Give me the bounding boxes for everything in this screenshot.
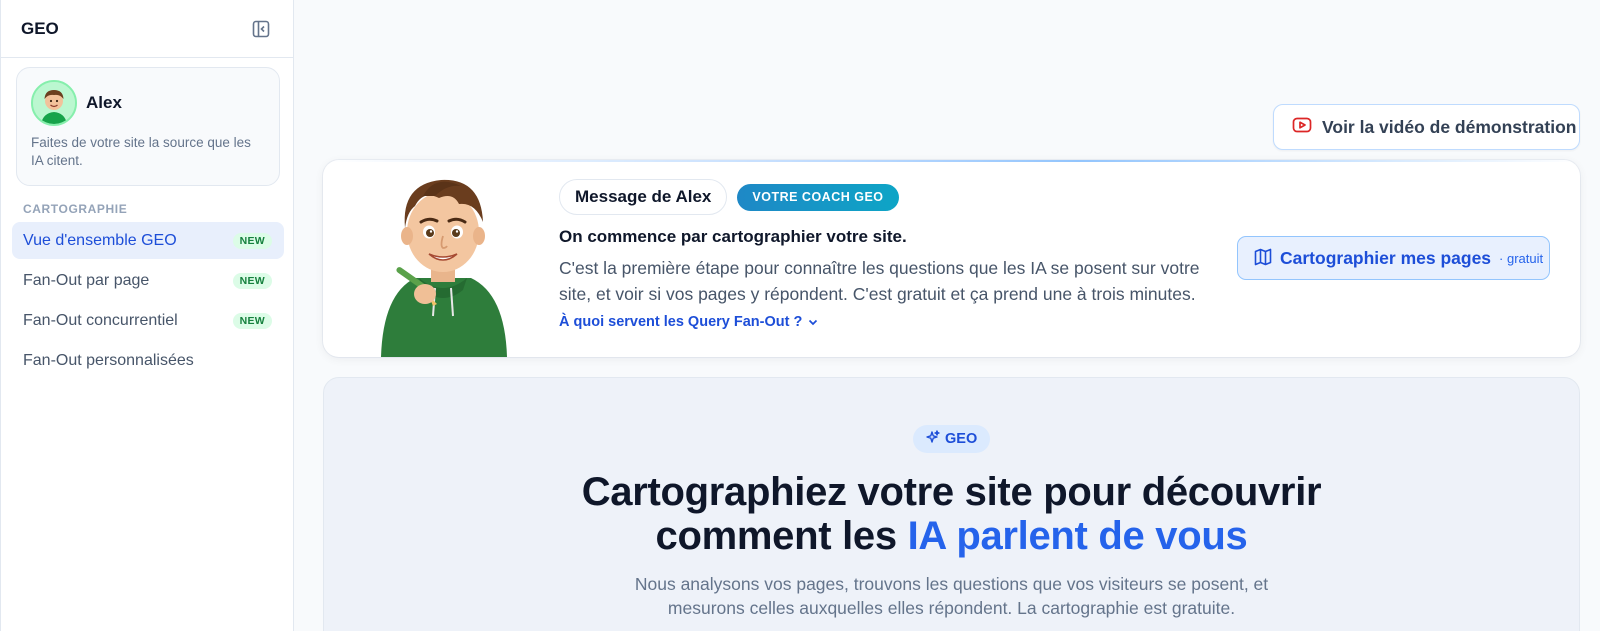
section-label: CARTOGRAPHIE [23,202,128,216]
sidebar-collapse-icon[interactable] [251,19,271,39]
hero-title-line-2: comment les IA parlent de vous [324,514,1579,558]
hero-subtitle: Nous analysons vos pages, trouvons les q… [324,572,1579,620]
coach-tag-badge: VOTRE COACH GEO [737,183,899,211]
sidebar-item-label: Vue d'ensemble GEO [23,231,177,249]
new-badge: NEW [232,232,272,249]
profile-name: Alex [86,93,122,112]
hero-title-line: Cartographiez votre site pour découvrir [581,470,1322,514]
hero-title-plain: comment les [655,514,908,558]
coach-text-line: site, et voir si vos pages y répondent. … [559,284,1196,304]
coach-content: Message de Alex VOTRE COACH GEO On comme… [559,179,1219,331]
hero-title: Cartographiez votre site pour découvrir … [324,470,1579,558]
hero-subtitle-line: mesurons celles auxquelles elles réponde… [667,598,1236,618]
coach-profile-card: Alex Faites de votre site la source que … [16,67,280,186]
query-fanout-faq-link[interactable]: À quoi servent les Query Fan-Out ? [559,314,818,330]
hero-badge-label: GEO [945,431,978,447]
sidebar-item-fanout-page[interactable]: Fan-Out par page NEW [12,262,284,299]
youtube-play-icon [1292,117,1312,138]
coach-text: C'est la première étape pour connaître l… [559,255,1219,307]
coach-illustration [363,166,523,357]
sidebar-item-label: Fan-Out personnalisées [23,351,194,369]
coach-text-line: C'est la première étape pour connaître l… [559,258,1200,278]
hero-section: GEO Cartographiez votre site pour découv… [323,377,1580,631]
sparkles-icon [926,430,940,448]
sidebar: GEO Alex Faites de votre site la source … [0,0,294,631]
message-pill: Message de Alex [559,179,728,215]
new-badge: NEW [232,272,272,289]
avatar [31,80,77,126]
map-pages-button[interactable]: Cartographier mes pages · gratuit [1237,236,1550,280]
chevron-down-icon [808,314,818,330]
hero-badge: GEO [913,425,991,453]
hero-subtitle-line: Nous analysons vos pages, trouvons les q… [634,574,1269,594]
coach-heading: On commence par cartographier votre site… [559,227,907,246]
sidebar-item-label: Fan-Out par page [23,271,150,289]
demo-video-button[interactable]: Voir la vidéo de démonstration [1273,104,1580,150]
sidebar-nav: Vue d'ensemble GEO NEW Fan-Out par page … [12,222,284,382]
demo-video-label: Voir la vidéo de démonstration [1322,116,1577,137]
sidebar-item-vue-ensemble[interactable]: Vue d'ensemble GEO NEW [12,222,284,259]
sidebar-item-label: Fan-Out concurrentiel [23,311,178,329]
new-badge: NEW [232,312,272,329]
sidebar-title: GEO [21,18,59,38]
map-pages-label: Cartographier mes pages [1280,247,1492,268]
sidebar-item-fanout-personnalisees[interactable]: Fan-Out personnalisées [12,342,284,379]
coach-message-card: Message de Alex VOTRE COACH GEO On comme… [323,160,1580,357]
hero-title-accent: IA parlent de vous [907,514,1248,558]
map-icon [1254,248,1272,269]
profile-description: Faites de votre site la source que les I… [31,135,251,168]
sidebar-item-fanout-concurrentiel[interactable]: Fan-Out concurrentiel NEW [12,302,284,339]
sidebar-header: GEO [1,0,293,58]
faq-link-label: À quoi servent les Query Fan-Out ? [559,314,803,330]
map-pages-free-label: · gratuit [1499,250,1544,266]
